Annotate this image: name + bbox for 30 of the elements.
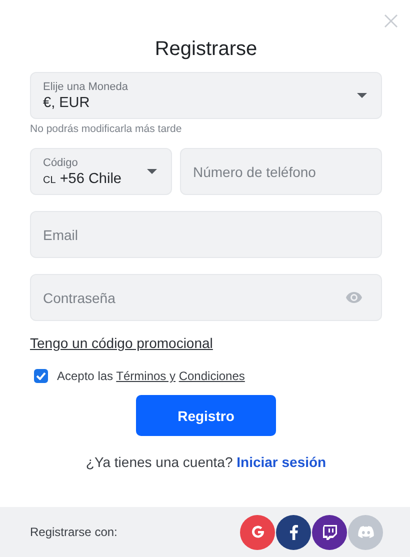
login-link[interactable]: Iniciar sesión [236,454,326,470]
country-code-select[interactable]: Código CL +56 Chile [30,148,172,195]
country-code: CL [43,174,56,186]
field-label: Código [43,156,79,168]
field-value: €, EUR [43,94,91,110]
f-logo-icon [290,524,298,540]
email-field[interactable]: Email [30,211,382,258]
promo-code-link[interactable]: Tengo un código promocional [30,335,213,351]
field-value: +56 Chile [60,170,122,186]
twitch-button[interactable] [312,514,347,550]
login-prompt: ¿Ya tienes una cuenta? Iniciar sesión [84,454,328,470]
helper-text: No podrás modificarla más tarde [30,123,183,135]
field-label: Elije una Moneda [43,80,128,92]
g-logo-icon [250,525,264,539]
password-field[interactable]: Contraseña [30,274,382,321]
phone-field[interactable]: Número de teléfono [180,148,382,195]
google-button[interactable] [240,514,275,550]
dialog-title: Registrarse [154,37,258,62]
terms-checkbox[interactable] [34,369,48,383]
terms-link[interactable]: Términos y [116,369,176,383]
register-button[interactable]: Registro [136,395,276,436]
conditions-link[interactable]: Condiciones [178,369,245,383]
game-controller-logo-icon [358,526,374,538]
caret-icon [357,93,367,98]
footer-label: Registrarse con: [30,525,118,539]
terms-text: Acepto las Términos y Condiciones [57,369,245,383]
currency-select[interactable]: Elije una Moneda €, EUR [30,72,382,119]
facebook-button[interactable] [276,514,311,550]
speech-bubble-logo-icon [322,524,336,540]
caret-icon [147,169,157,174]
